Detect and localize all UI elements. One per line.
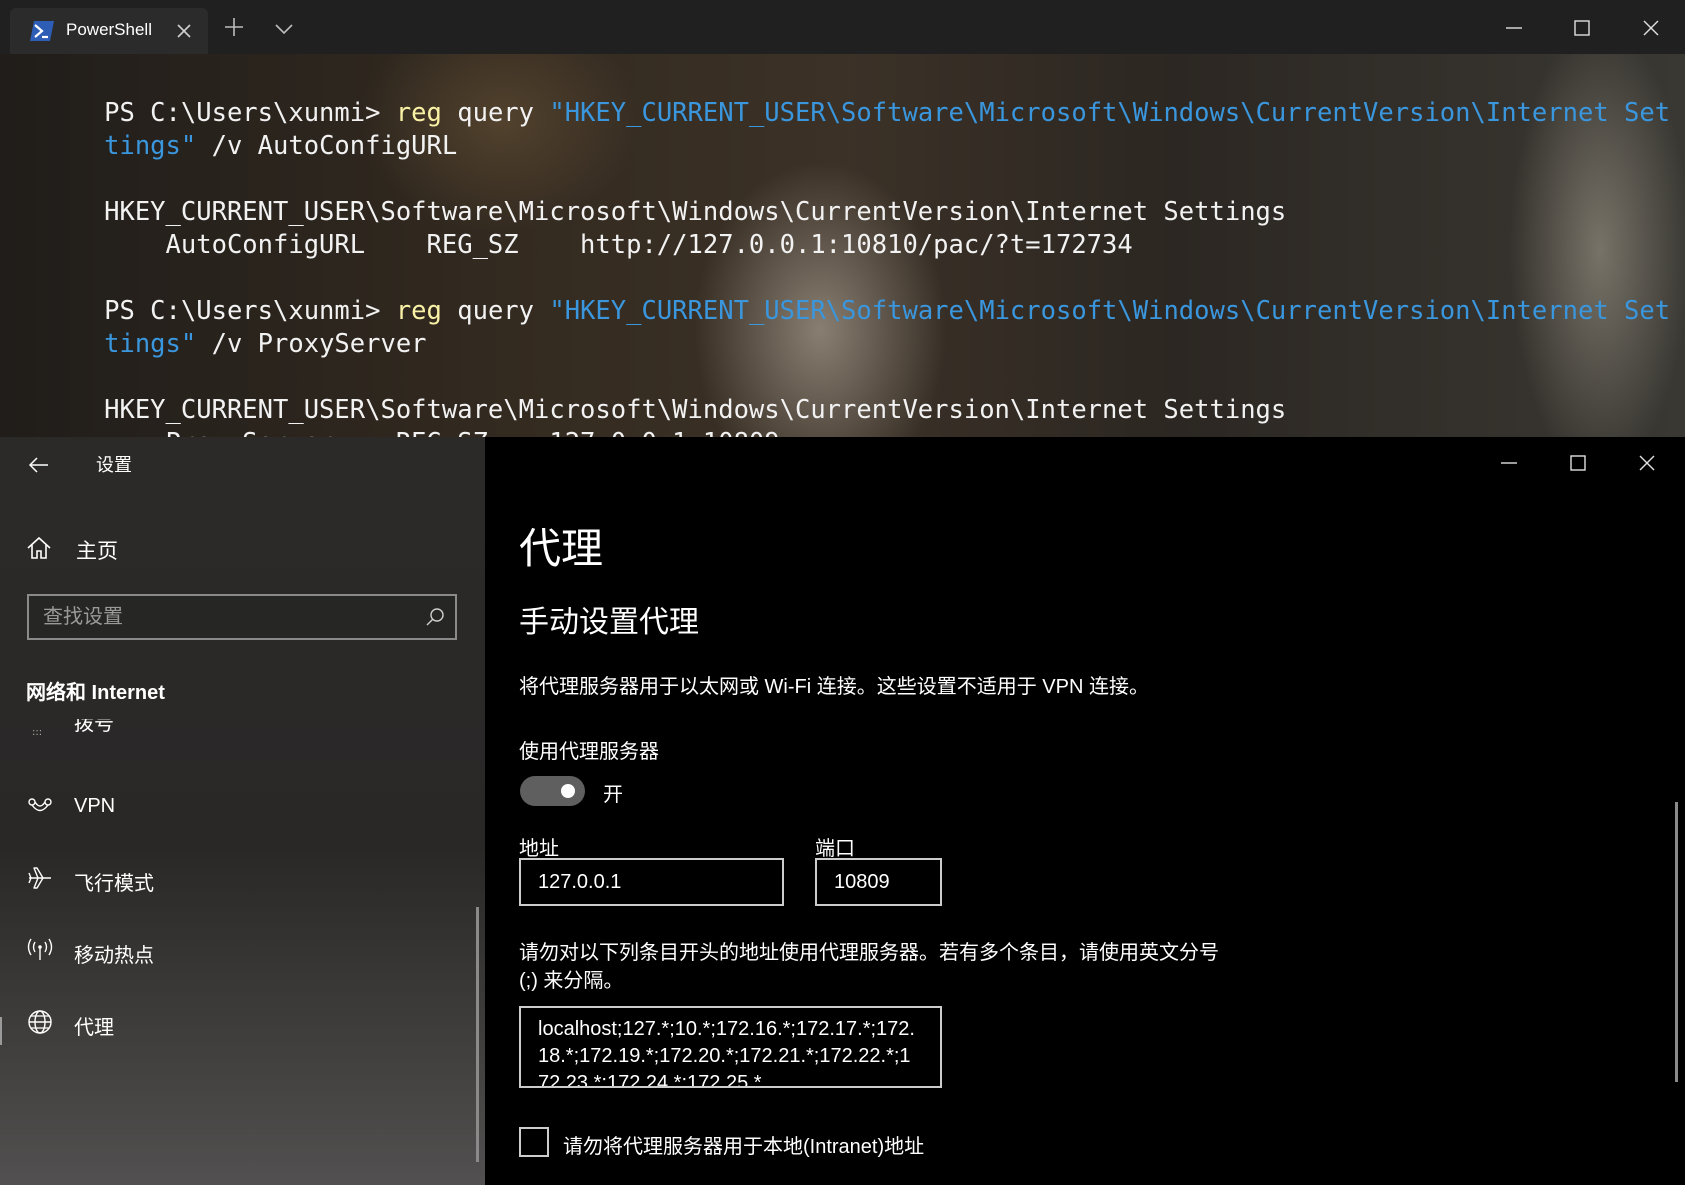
port-label: 端口 — [815, 838, 855, 860]
sidebar-item-mobile-hotspot[interactable]: 移动热点 — [26, 929, 446, 973]
settings-content: 代理 手动设置代理 将代理服务器用于以太网或 Wi-Fi 连接。这些设置不适用于… — [485, 437, 1685, 1185]
command-keyword: reg — [395, 98, 442, 128]
chevron-down-icon[interactable] — [272, 17, 296, 41]
output-text: HKEY_CURRENT_USER\Software\Microsoft\Win… — [104, 395, 1287, 425]
back-arrow-icon[interactable] — [26, 451, 54, 479]
command-string: tings" — [104, 131, 197, 161]
command-keyword: reg — [395, 296, 442, 326]
close-icon[interactable] — [172, 19, 196, 43]
plus-icon[interactable] — [222, 15, 246, 39]
maximize-icon[interactable] — [1566, 451, 1590, 475]
port-field[interactable] — [815, 858, 942, 906]
exceptions-field[interactable]: localhost;127.*;10.*;172.16.*;172.17.*;1… — [519, 1006, 942, 1088]
exceptions-text: localhost;127.*;10.*;172.16.*;172.17.*;1… — [538, 1018, 915, 1088]
terminal-titlebar: PowerShell — [0, 0, 1685, 54]
use-proxy-toggle[interactable] — [520, 776, 585, 806]
sidebar-item-home[interactable]: 主页 — [26, 529, 426, 569]
address-field[interactable] — [519, 858, 784, 906]
bypass-local-checkbox[interactable] — [519, 1127, 549, 1157]
output-text: AutoConfigURL REG_SZ http://127.0.0.1:10… — [104, 230, 1133, 260]
sidebar-item-vpn[interactable]: VPN — [26, 785, 446, 829]
category-heading: 网络和 Internet — [26, 682, 165, 704]
hotspot-icon — [27, 938, 53, 960]
output-text: HKEY_CURRENT_USER\Software\Microsoft\Win… — [104, 197, 1287, 227]
close-icon[interactable] — [1635, 451, 1659, 475]
search-box[interactable] — [27, 594, 457, 640]
sidebar-item-proxy[interactable]: 代理 — [26, 1001, 446, 1045]
powershell-window: PowerShell PS C:\Users\xunmi> reg query … — [0, 0, 1685, 437]
command-text: query — [441, 296, 550, 326]
prompt: PS C:\Users\xunmi> — [104, 98, 396, 128]
toggle-knob — [561, 784, 575, 798]
command-string: tings" — [104, 329, 197, 359]
selection-indicator — [0, 1017, 2, 1045]
terminal-output[interactable]: PS C:\Users\xunmi> reg query "HKEY_CURRE… — [12, 64, 1677, 437]
bypass-local-label: 请勿将代理服务器用于本地(Intranet)地址 — [563, 1136, 925, 1158]
sidebar-item-label: VPN — [74, 795, 116, 817]
terminal-line: HKEY_CURRENT_USER\Software\Microsoft\Win… — [12, 361, 1677, 425]
command-text: query — [441, 98, 550, 128]
sidebar-item-label: 代理 — [74, 1017, 114, 1039]
sidebar-item-dialup[interactable]: ::: 拨号 — [26, 719, 426, 735]
output-text: ProxyServer REG_SZ 127.0.0.1:10809 — [104, 428, 780, 437]
sidebar-item-label: 飞行模式 — [74, 873, 154, 895]
settings-window: 设置 主页 网络和 Internet ::: 拨号 — [0, 437, 1685, 1185]
sidebar-item-label: 拨号 — [74, 719, 114, 735]
globe-icon — [28, 1010, 52, 1034]
tab-title: PowerShell — [66, 20, 152, 39]
vpn-icon — [28, 798, 52, 812]
terminal-line: PS C:\Users\xunmi> reg query "HKEY_CURRE… — [12, 262, 1677, 326]
sidebar-item-airplane-mode[interactable]: 飞行模式 — [26, 857, 446, 901]
terminal-line: HKEY_CURRENT_USER\Software\Microsoft\Win… — [12, 163, 1677, 227]
search-icon[interactable] — [425, 607, 445, 627]
airplane-icon — [28, 867, 51, 889]
section-description: 将代理服务器用于以太网或 Wi-Fi 连接。这些设置不适用于 VPN 连接。 — [519, 676, 1149, 698]
close-icon[interactable] — [1639, 16, 1663, 40]
command-string: "HKEY_CURRENT_USER\Software\Microsoft\Wi… — [549, 296, 1671, 326]
terminal-line: PS C:\Users\xunmi> reg query "HKEY_CURRE… — [12, 64, 1677, 128]
dialpad-icon: ::: — [32, 727, 43, 735]
sidebar-scrollbar[interactable] — [476, 907, 479, 1162]
tab-powershell[interactable]: PowerShell — [10, 8, 208, 54]
use-proxy-label: 使用代理服务器 — [519, 741, 659, 763]
prompt: PS C:\Users\xunmi> — [104, 296, 396, 326]
settings-sidebar: 设置 主页 网络和 Internet ::: 拨号 — [0, 437, 485, 1185]
sidebar-item-label: 主页 — [76, 540, 118, 563]
window-title: 设置 — [96, 455, 132, 475]
page-title: 代理 — [519, 525, 604, 572]
address-label: 地址 — [519, 838, 559, 860]
command-text: /v ProxyServer — [196, 329, 427, 359]
powershell-icon — [30, 21, 54, 41]
content-scrollbar[interactable] — [1675, 802, 1678, 1082]
maximize-icon[interactable] — [1570, 16, 1594, 40]
exceptions-description: 请勿对以下列条目开头的地址使用代理服务器。若有多个条目，请使用英文分号 (;) … — [519, 942, 1219, 992]
section-title: 手动设置代理 — [519, 606, 699, 639]
command-text: /v AutoConfigURL — [196, 131, 458, 161]
minimize-icon[interactable] — [1502, 16, 1526, 40]
sidebar-item-label: 移动热点 — [74, 945, 154, 967]
minimize-icon[interactable] — [1497, 451, 1521, 475]
home-icon — [27, 536, 51, 559]
command-string: "HKEY_CURRENT_USER\Software\Microsoft\Wi… — [549, 98, 1671, 128]
toggle-state-label: 开 — [603, 784, 623, 806]
search-input[interactable] — [43, 596, 413, 638]
